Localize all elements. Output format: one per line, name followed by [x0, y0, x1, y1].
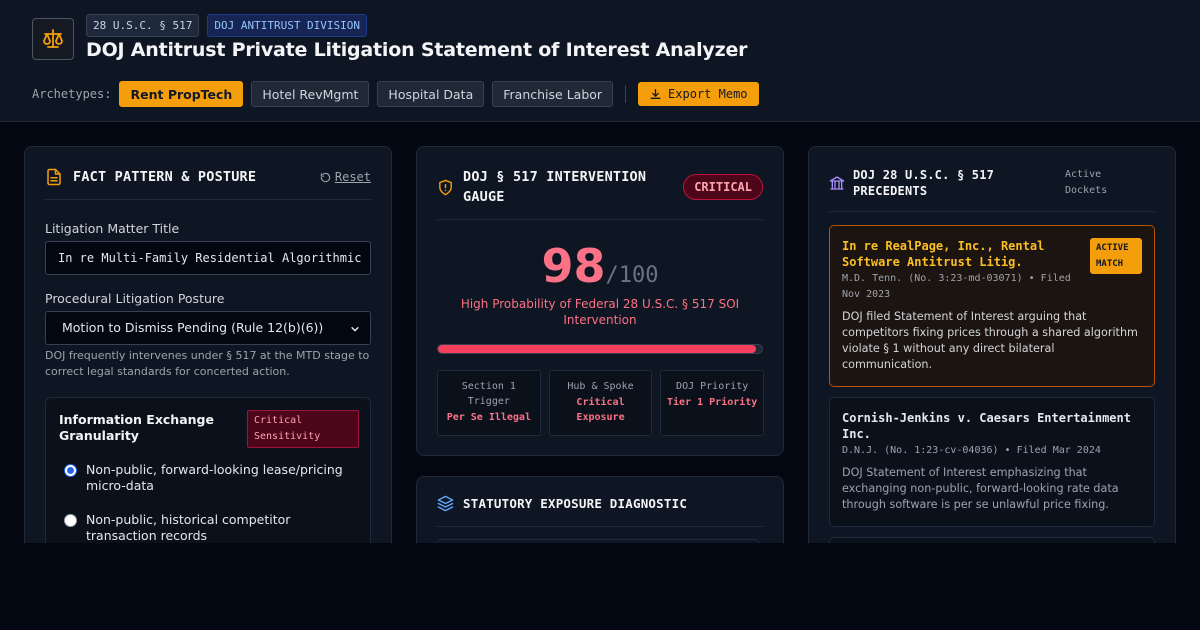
- chevron-down-icon: [351, 327, 359, 332]
- active-match-badge: ACTIVE MATCH: [1090, 238, 1142, 274]
- score-max: /100: [605, 263, 659, 288]
- precedents-title: DOJ 28 U.S.C. § 517 PRECEDENTS: [853, 168, 995, 198]
- download-icon: [650, 88, 661, 99]
- intervention-score: 98/100: [417, 239, 783, 293]
- case-description: DOJ filed Statement of Interest arguing …: [842, 310, 1138, 371]
- document-icon: [47, 168, 61, 186]
- stat-card: Hub & Spoke Critical Exposure: [548, 370, 653, 436]
- reset-label: Reset: [334, 170, 371, 184]
- precedent-card[interactable]: In re RealPage, Inc., Rental Software An…: [829, 225, 1155, 387]
- severity-badge: CRITICAL: [683, 174, 763, 200]
- granularity-option-label: Non-public, forward-looking lease/pricin…: [86, 462, 343, 493]
- active-dockets-label: Active Dockets: [1065, 169, 1108, 196]
- case-meta: D.N.J. (No. 1:23-cv-04036) • Filed Mar 2…: [842, 445, 1101, 456]
- stat-value: Critical Exposure: [576, 397, 625, 423]
- case-name: In re RealPage, Inc., Rental Software An…: [842, 239, 1045, 269]
- radio-button-selected[interactable]: [64, 464, 77, 477]
- panel-divider: [829, 211, 1155, 212]
- archetype-rent-proptech-button[interactable]: Rent PropTech: [119, 81, 244, 107]
- precedent-card[interactable]: Cornish-Jenkins v. Caesars Entertainment…: [829, 397, 1155, 527]
- stat-card: DOJ Priority Tier 1 Priority: [660, 370, 765, 436]
- archetypes-label: Archetypes:: [32, 87, 112, 101]
- statute-tag: 28 U.S.C. § 517: [86, 14, 200, 37]
- division-tag: DOJ ANTITRUST DIVISION: [207, 14, 368, 37]
- viewport-bottom: [0, 543, 1200, 630]
- stat-value: Per Se Illegal: [446, 412, 531, 423]
- score-value: 98: [541, 239, 606, 293]
- panel-divider: [437, 526, 763, 527]
- posture-select[interactable]: Motion to Dismiss Pending (Rule 12(b)(6)…: [45, 311, 371, 345]
- stat-card: Section 1 Trigger Per Se Illegal: [437, 370, 541, 436]
- matter-title-label: Litigation Matter Title: [45, 221, 180, 236]
- radio-button[interactable]: [64, 514, 77, 527]
- stat-label: Hub & Spoke: [567, 381, 634, 392]
- score-progress-fill: [438, 345, 756, 353]
- diagnostic-title: STATUTORY EXPOSURE DIAGNOSTIC: [463, 496, 688, 511]
- matter-title-input[interactable]: In re Multi-Family Residential Algorithm…: [45, 241, 371, 275]
- stat-label: DOJ Priority: [676, 381, 749, 392]
- archetype-bar: Archetypes: Rent PropTech Hotel RevMgmt …: [32, 81, 759, 107]
- layers-icon: [437, 495, 454, 512]
- posture-selected-value: Motion to Dismiss Pending (Rule 12(b)(6)…: [62, 320, 324, 335]
- archetype-franchise-labor-button[interactable]: Franchise Labor: [492, 81, 614, 107]
- case-meta: M.D. Tenn. (No. 3:23-md-03071) • Filed N…: [842, 273, 1071, 300]
- shield-alert-icon: [439, 179, 452, 196]
- fact-pattern-panel: FACT PATTERN & POSTURE Reset Litigation …: [24, 146, 392, 566]
- posture-help-text: DOJ frequently intervenes under § 517 at…: [45, 349, 370, 378]
- precedents-panel: DOJ 28 U.S.C. § 517 PRECEDENTS Active Do…: [808, 146, 1176, 566]
- stat-label: Section 1 Trigger: [461, 381, 516, 407]
- panel-divider: [45, 199, 371, 200]
- granularity-option-label: Non-public, historical competitor transa…: [86, 512, 291, 543]
- courthouse-icon: [829, 176, 845, 190]
- fact-pattern-title: FACT PATTERN & POSTURE: [73, 169, 257, 185]
- stat-value: Tier 1 Priority: [667, 397, 758, 408]
- reset-button[interactable]: Reset: [320, 170, 371, 184]
- export-memo-label: Export Memo: [668, 87, 748, 101]
- granularity-card: Information Exchange Granularity Critica…: [45, 397, 371, 565]
- toolbar-divider: [625, 85, 627, 103]
- archetype-hotel-revmgmt-button[interactable]: Hotel RevMgmt: [251, 81, 370, 107]
- posture-label: Procedural Litigation Posture: [45, 291, 225, 306]
- sensitivity-badge: Critical Sensitivity: [247, 410, 359, 448]
- page-title: DOJ Antitrust Private Litigation Stateme…: [86, 39, 748, 61]
- case-name: Cornish-Jenkins v. Caesars Entertainment…: [842, 411, 1131, 441]
- score-progress-bar: [437, 344, 763, 354]
- probability-text: High Probability of Federal 28 U.S.C. § …: [460, 297, 740, 327]
- gauge-stats: Section 1 Trigger Per Se Illegal Hub & S…: [437, 370, 765, 436]
- app-header: 28 U.S.C. § 517 DOJ ANTITRUST DIVISION D…: [0, 0, 1200, 122]
- reset-icon: [320, 172, 331, 182]
- granularity-option[interactable]: Non-public, historical competitor transa…: [64, 512, 346, 544]
- gauge-title: DOJ § 517 INTERVENTION GAUGE: [463, 169, 647, 205]
- panel-divider: [437, 219, 763, 220]
- archetype-hospital-data-button[interactable]: Hospital Data: [377, 81, 485, 107]
- case-description: DOJ Statement of Interest emphasizing th…: [842, 466, 1119, 511]
- export-memo-button[interactable]: Export Memo: [638, 82, 759, 106]
- granularity-title: Information Exchange Granularity: [59, 412, 214, 443]
- intervention-gauge-panel: DOJ § 517 INTERVENTION GAUGE CRITICAL 98…: [416, 146, 784, 456]
- granularity-option[interactable]: Non-public, forward-looking lease/pricin…: [64, 462, 346, 494]
- scales-icon: [32, 18, 74, 60]
